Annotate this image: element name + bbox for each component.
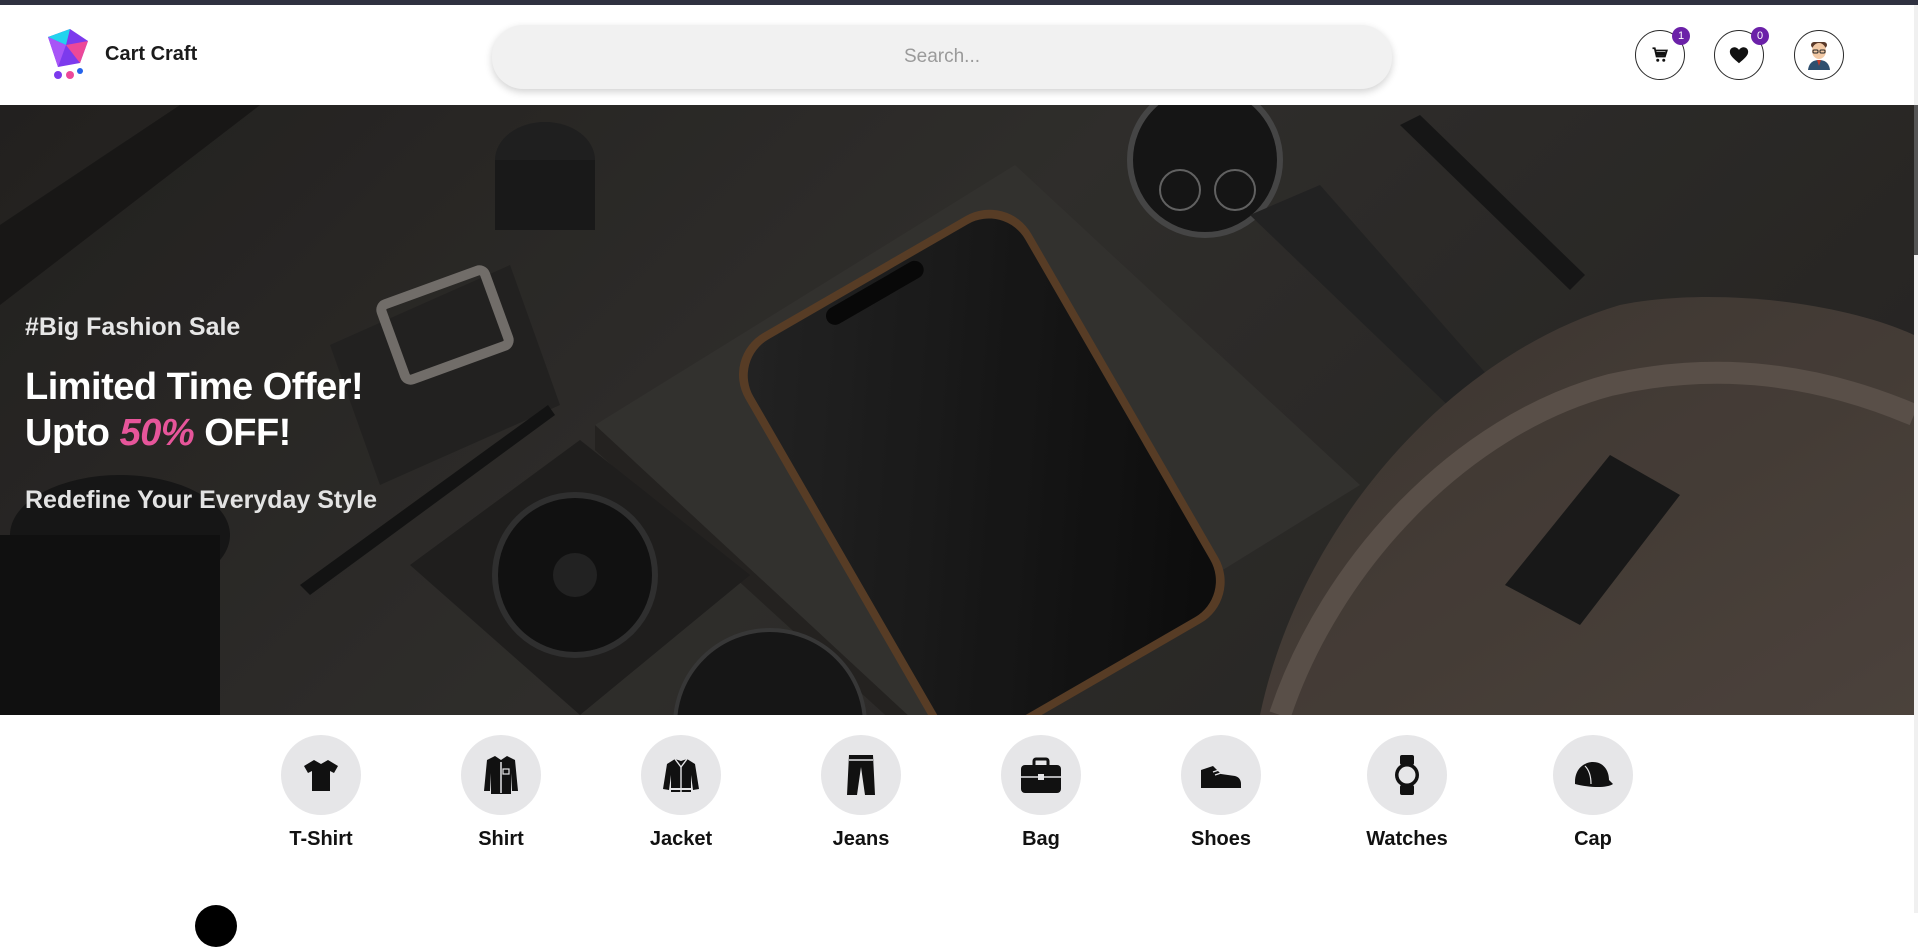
- category-icon-wrap: [461, 735, 541, 815]
- category-icon-wrap: [1367, 735, 1447, 815]
- category-icon-wrap: [1553, 735, 1633, 815]
- hero-headline: Limited Time Offer! Upto 50% OFF!: [25, 364, 377, 456]
- jacket-icon: [663, 758, 699, 792]
- category-label: Jacket: [649, 828, 713, 850]
- shirt-icon: [484, 756, 518, 794]
- hero-subline: Redefine Your Everyday Style: [25, 486, 378, 514]
- category-label: Shoes: [1190, 828, 1252, 850]
- jeans-icon: [847, 755, 875, 795]
- wishlist-button[interactable]: 0: [1714, 27, 1769, 80]
- category-tshirt[interactable]: T-Shirt: [256, 735, 386, 851]
- tshirt-icon: [304, 760, 338, 791]
- headline-prefix: Upto: [25, 412, 120, 454]
- wishlist-count-badge: 0: [1751, 27, 1769, 45]
- search-input[interactable]: [492, 25, 1392, 89]
- discount-percent: 50%: [119, 412, 195, 454]
- profile-button[interactable]: [1794, 30, 1844, 80]
- category-label: T-Shirt: [289, 828, 353, 850]
- cart-count-badge: 1: [1672, 27, 1690, 45]
- headline-line-2: Upto 50% OFF!: [25, 410, 377, 456]
- heart-icon: [1729, 47, 1749, 64]
- scrollbar-thumb[interactable]: [1914, 105, 1918, 255]
- category-icon-wrap: [281, 735, 361, 815]
- bag-icon: [1021, 757, 1061, 793]
- category-watches[interactable]: Watches: [1342, 735, 1472, 851]
- category-cap[interactable]: Cap: [1528, 735, 1658, 851]
- partial-element: [195, 905, 237, 947]
- category-icon-wrap: [641, 735, 721, 815]
- category-shirt[interactable]: Shirt: [436, 735, 566, 851]
- brand-name[interactable]: Cart Craft: [105, 43, 197, 66]
- category-label: Bag: [1022, 828, 1060, 850]
- category-label: Jeans: [832, 828, 890, 850]
- category-label: Shirt: [478, 828, 524, 850]
- headline-suffix: OFF!: [194, 412, 291, 454]
- cart-button[interactable]: 1: [1635, 27, 1690, 80]
- watch-icon: [1395, 755, 1419, 795]
- hero-banner[interactable]: #Big Fashion Sale Limited Time Offer! Up…: [0, 105, 1914, 715]
- category-jacket[interactable]: Jacket: [616, 735, 746, 851]
- cart-craft-logo-icon[interactable]: [40, 27, 94, 81]
- sale-tag: #Big Fashion Sale: [25, 313, 241, 341]
- category-icon-wrap: [821, 735, 901, 815]
- category-label: Watches: [1366, 828, 1448, 850]
- category-bag[interactable]: Bag: [976, 735, 1106, 851]
- headline-line-1: Limited Time Offer!: [25, 366, 364, 408]
- category-jeans[interactable]: Jeans: [796, 735, 926, 851]
- category-shoes[interactable]: Shoes: [1156, 735, 1286, 851]
- category-label: Cap: [1574, 828, 1612, 850]
- category-icon-wrap: [1001, 735, 1081, 815]
- cart-icon: [1652, 47, 1668, 62]
- hero-text: #Big Fashion Sale Limited Time Offer! Up…: [25, 313, 377, 515]
- avatar: [1808, 42, 1830, 70]
- site-header: Cart Craft 1 0: [0, 5, 1914, 106]
- shoes-icon: [1201, 766, 1241, 788]
- category-icon-wrap: [1181, 735, 1261, 815]
- cap-icon: [1575, 762, 1613, 787]
